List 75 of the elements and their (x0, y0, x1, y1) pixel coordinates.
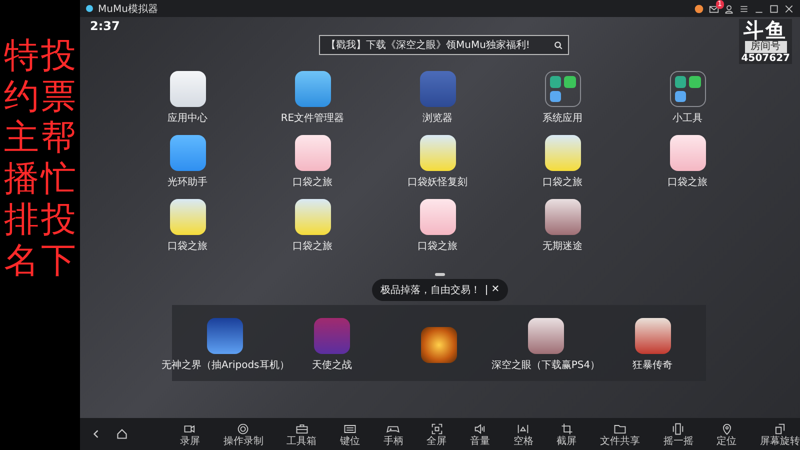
app-label[interactable]: 口袋妖怪复刻 (408, 175, 468, 189)
app-label[interactable]: 口袋之旅 (292, 175, 332, 189)
crop-icon[interactable] (560, 422, 574, 436)
app-icon[interactable] (170, 199, 206, 235)
stream-logo: 斗鱼 (744, 19, 788, 41)
app-icon[interactable] (420, 327, 457, 363)
close-button[interactable]: ✕ (486, 285, 500, 295)
toolbar-button[interactable]: 手柄 (383, 422, 404, 446)
toolbar-button[interactable]: 工具箱 (286, 422, 317, 446)
phone-icon[interactable] (671, 422, 686, 436)
toolbar-button[interactable]: 摇一摇 (663, 422, 694, 446)
app-label[interactable]: 口袋之旅 (292, 239, 332, 253)
app-label[interactable]: 口袋之旅 (668, 175, 708, 189)
app-icon[interactable] (670, 135, 706, 171)
app-label[interactable]: 狂暴传奇 (632, 358, 673, 372)
app-label[interactable]: 光环助手 (168, 175, 208, 189)
app-label[interactable]: 深空之眼（下载赢PS4） (491, 358, 600, 372)
app-icon[interactable] (634, 318, 671, 354)
mail-icon[interactable] (709, 4, 719, 14)
app-icon[interactable] (170, 71, 206, 107)
maximize-icon[interactable] (769, 4, 779, 14)
app-label[interactable]: 浏览器 (422, 111, 452, 125)
toolbox-icon[interactable] (294, 422, 309, 436)
search-field[interactable]: 【戳我】下载《深空之眼》领MuMu独家福利! (319, 35, 569, 55)
app-icon[interactable] (528, 318, 564, 354)
speaker-icon[interactable] (472, 422, 487, 436)
app-icon[interactable] (294, 199, 330, 235)
toolbar-button[interactable]: 定位 (716, 422, 737, 446)
room-label: 房间号 (744, 41, 787, 53)
close-icon[interactable] (784, 4, 794, 14)
toolbar-button[interactable]: 键位 (340, 422, 360, 446)
app-icon[interactable] (544, 199, 580, 235)
tooltip-text: 极品掉落，自由交易！ (380, 284, 480, 297)
app-label[interactable]: RE文件管理器 (280, 111, 344, 125)
user-icon[interactable] (724, 4, 734, 14)
app-label[interactable]: 应用中心 (168, 111, 208, 125)
fullscreen-icon[interactable] (430, 422, 444, 436)
toolbar-button[interactable]: 音量 (470, 422, 490, 446)
page-indicator (435, 273, 445, 276)
toolbar-button[interactable]: 操作录制 (223, 422, 264, 446)
app-label[interactable]: 无期迷途 (542, 239, 582, 253)
app-folder-icon[interactable] (670, 71, 706, 107)
app-logo-icon (86, 5, 93, 12)
home-icon[interactable] (116, 428, 128, 440)
app-icon[interactable] (294, 135, 330, 171)
app-icon[interactable] (420, 199, 456, 235)
toolbar-button[interactable]: 全屏 (426, 422, 447, 446)
app-label[interactable]: 小工具 (672, 111, 702, 125)
rotate-screen-icon[interactable] (772, 422, 787, 436)
toolbar-button[interactable]: 录屏 (180, 422, 200, 446)
menu-icon[interactable] (739, 4, 749, 14)
promo-text: 投票帮忙投下 (41, 36, 76, 283)
app-label[interactable]: 天使之战 (312, 358, 352, 372)
app-label[interactable]: 系统应用 (542, 111, 582, 125)
avatar-icon[interactable] (694, 4, 704, 14)
app-label[interactable]: 口袋之旅 (418, 239, 458, 253)
app-icon[interactable] (420, 135, 456, 171)
app-label[interactable]: 口袋之旅 (542, 175, 582, 189)
app-icon[interactable] (294, 71, 330, 107)
window-title: MuMu模拟器 (98, 2, 158, 16)
app-icon[interactable] (170, 135, 206, 171)
app-label[interactable]: 口袋之旅 (168, 239, 208, 253)
clock: 2:37 (90, 19, 120, 35)
app-folder-icon[interactable] (544, 71, 580, 107)
app-label[interactable]: 无神之界（抽Aripods耳机） (162, 358, 290, 372)
room-number: 4507627 (741, 53, 790, 64)
toolbar-button[interactable]: 文件共享 (600, 422, 640, 446)
promo-text: 特约主播排名 (4, 36, 39, 283)
toolbar-button[interactable]: 截屏 (556, 422, 577, 446)
toolbar-button[interactable]: 屏幕旋转 (760, 422, 800, 446)
app-icon[interactable] (207, 318, 244, 354)
app-icon[interactable] (544, 135, 580, 171)
toolbar-button[interactable]: 空格 (513, 422, 534, 446)
search-icon[interactable] (554, 40, 563, 50)
record-icon[interactable] (236, 422, 250, 436)
